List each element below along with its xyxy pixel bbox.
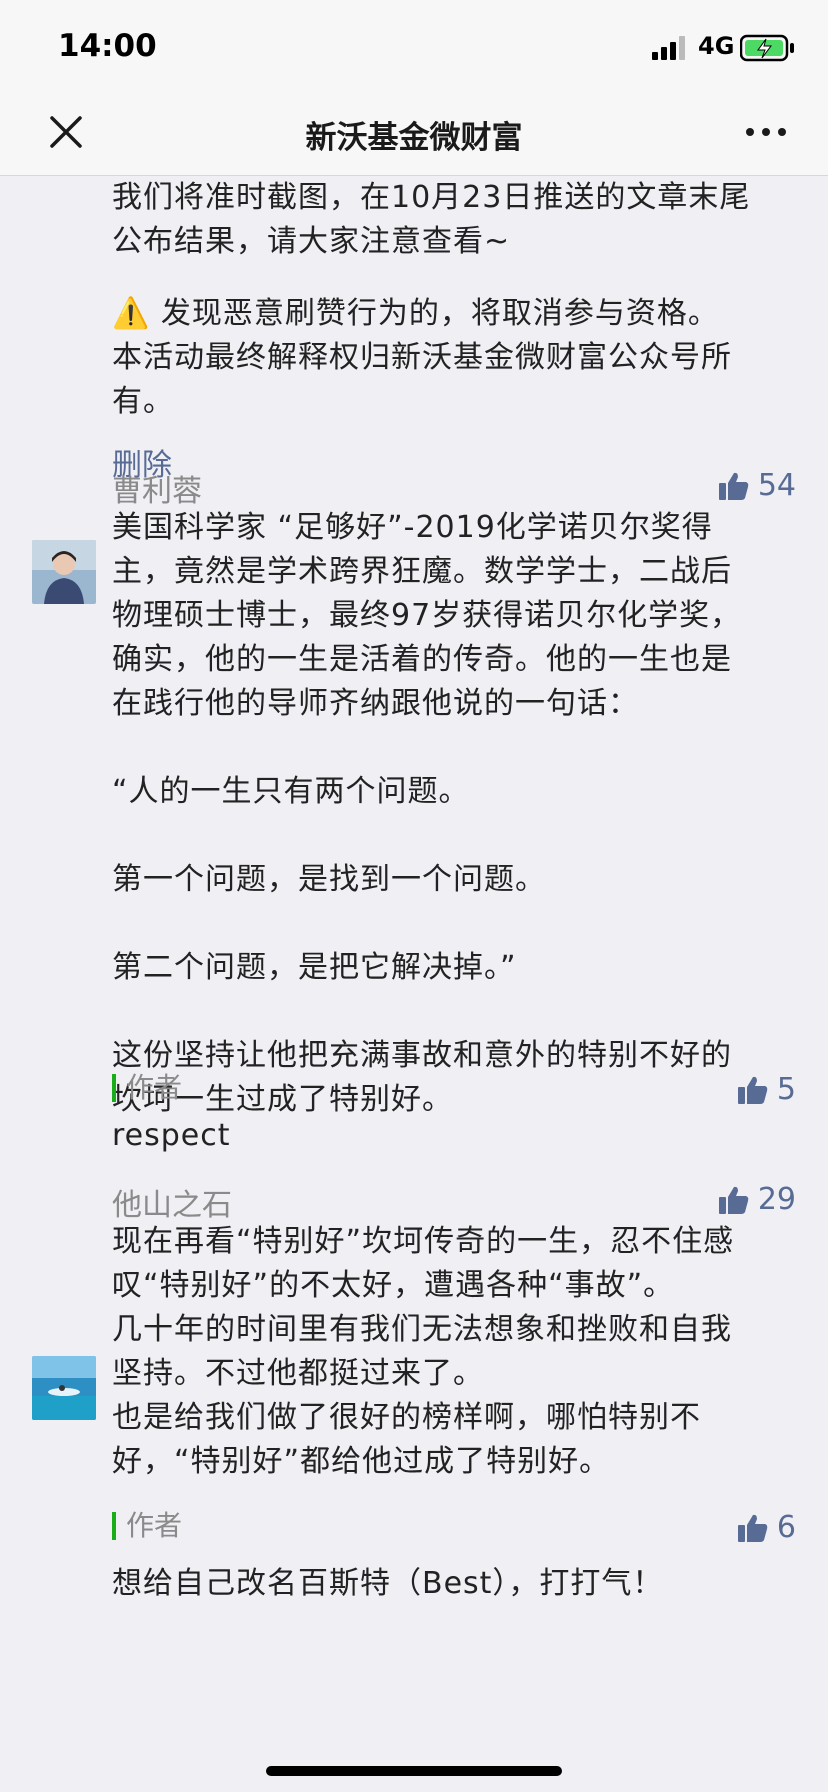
- battery-charging-icon: [740, 34, 794, 62]
- comment-line: 公布结果，请大家注意查看~: [112, 224, 511, 259]
- comment-line: 美国科学家 “足够好”-2019化学诺贝尔奖得: [112, 510, 713, 545]
- own-comment-text: 我们将准时截图，在10月23日推送的文章末尾 公布结果，请大家注意查看~ ⚠️ …: [112, 176, 802, 424]
- status-time: 14:00: [58, 28, 157, 64]
- comment-line: 这份坚持让他把充满事故和意外的特别不好的: [112, 1038, 732, 1073]
- status-bar: 14:00 4G: [0, 0, 828, 92]
- avatar-photo-icon: [32, 1356, 96, 1420]
- author-reply-text: respect: [112, 1118, 231, 1153]
- like-count: 6: [776, 1510, 796, 1545]
- comment-nickname: 曹利蓉: [112, 474, 202, 509]
- comment-line: ⚠️ 发现恶意刷赞行为的，将取消参与资格。: [112, 296, 719, 331]
- avatar[interactable]: [32, 1356, 96, 1420]
- like-count: 54: [757, 468, 796, 503]
- comment-line: 第二个问题，是把它解决掉。”: [112, 950, 517, 985]
- like-count: 29: [757, 1182, 796, 1217]
- comment-line: 坚持。不过他都挺过来了。: [112, 1356, 484, 1391]
- page-title: 新沃基金微财富: [305, 120, 523, 156]
- avatar-photo-icon: [32, 540, 96, 604]
- author-reply-like-button[interactable]: 6: [737, 1510, 796, 1545]
- comment-text: 美国科学家 “足够好”-2019化学诺贝尔奖得 主，竟然是学术跨界狂魔。数学学士…: [112, 506, 802, 1122]
- more-icon[interactable]: [740, 110, 792, 154]
- comment-nickname: 他山之石: [112, 1188, 232, 1223]
- avatar[interactable]: [32, 540, 96, 604]
- author-reply-tag: 作者: [112, 1512, 182, 1540]
- thumbs-up-icon: [718, 472, 749, 500]
- comment-line: 我们将准时截图，在10月23日推送的文章末尾: [112, 180, 751, 215]
- comment-line: 叹“特别好”的不太好，遭遇各种“事故”。: [112, 1268, 675, 1303]
- network-type: 4G: [698, 32, 735, 60]
- author-reply-tag: 作者: [112, 1074, 182, 1102]
- author-reply-text: 想给自己改名百斯特（Best），打打气！: [112, 1566, 664, 1601]
- signal-icon: [652, 36, 685, 60]
- comment-list[interactable]: 我们将准时截图，在10月23日推送的文章末尾 公布结果，请大家注意查看~ ⚠️ …: [0, 176, 828, 1792]
- comment-line: 好，“特别好”都给他过成了特别好。: [112, 1444, 611, 1479]
- comment-line: 主，竟然是学术跨界狂魔。数学学士，二战后: [112, 554, 732, 589]
- thumbs-up-icon: [718, 1186, 749, 1214]
- like-count: 5: [776, 1072, 796, 1107]
- comment-line: 几十年的时间里有我们无法想象和挫败和自我: [112, 1312, 732, 1347]
- like-button[interactable]: 29: [718, 1182, 796, 1217]
- thumbs-up-icon: [737, 1076, 768, 1104]
- author-reply-like-button[interactable]: 5: [737, 1072, 796, 1107]
- comment-line: 确实，他的一生是活着的传奇。他的一生也是: [112, 642, 732, 677]
- nav-bar: 新沃基金微财富: [0, 92, 828, 176]
- comment-line: 物理硕士博士，最终97岁获得诺贝尔化学奖，: [112, 598, 742, 633]
- comment-line: “人的一生只有两个问题。: [112, 774, 470, 809]
- comment-line: 有。: [112, 384, 174, 419]
- thumbs-up-icon: [737, 1514, 768, 1542]
- comment-line: 第一个问题，是找到一个问题。: [112, 862, 546, 897]
- like-button[interactable]: 54: [718, 468, 796, 503]
- comment-line: 也是给我们做了很好的榜样啊，哪怕特别不: [112, 1400, 701, 1435]
- home-indicator[interactable]: [266, 1766, 562, 1776]
- comment-line: 坎坷一生过成了特别好。: [112, 1082, 453, 1117]
- comment-text: 现在再看“特别好”坎坷传奇的一生，忍不住感 叹“特别好”的不太好，遭遇各种“事故…: [112, 1220, 802, 1484]
- comment-line: 现在再看“特别好”坎坷传奇的一生，忍不住感: [112, 1224, 735, 1259]
- comment-line: 在践行他的导师齐纳跟他说的一句话：: [112, 686, 639, 721]
- comment-line: 本活动最终解释权归新沃基金微财富公众号所: [112, 340, 732, 375]
